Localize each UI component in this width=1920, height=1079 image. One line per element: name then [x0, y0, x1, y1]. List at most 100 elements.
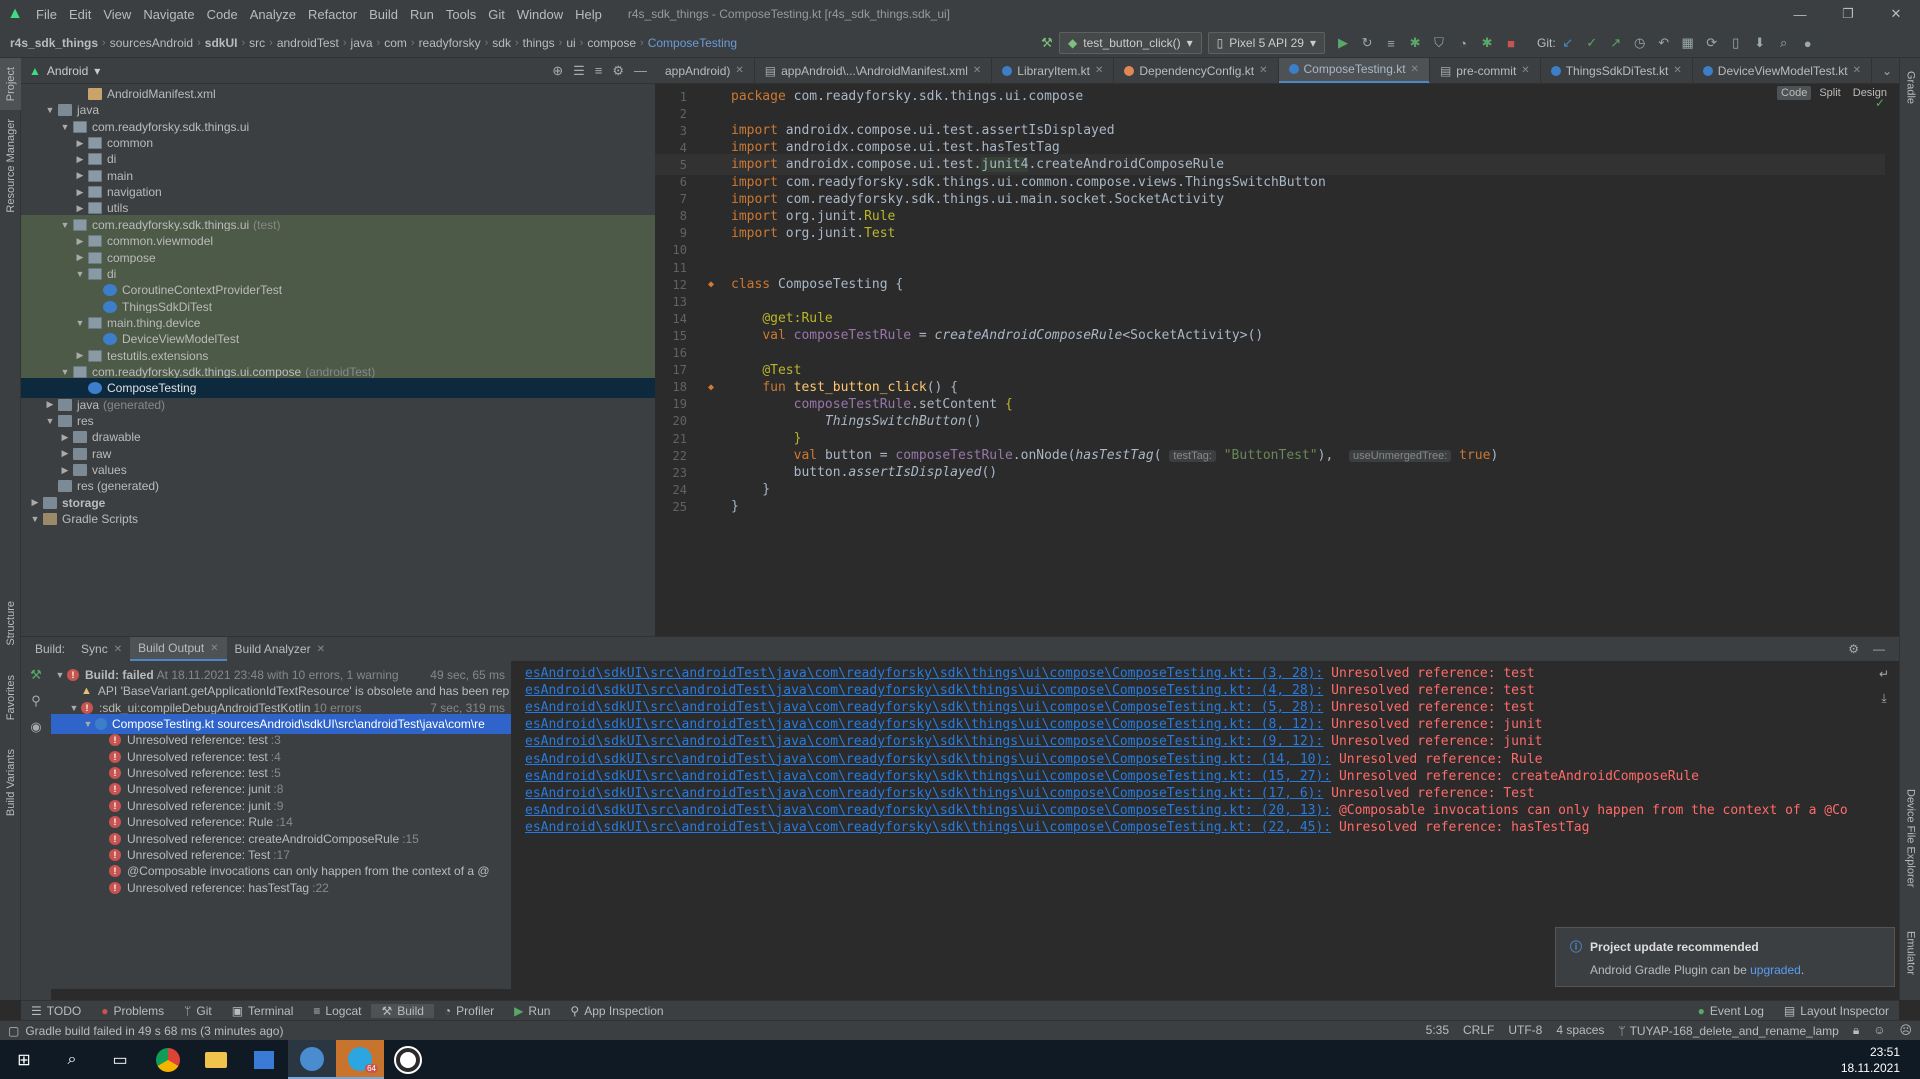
- telegram-icon[interactable]: 64: [336, 1040, 384, 1079]
- breadcrumb-item[interactable]: sdk: [488, 36, 515, 50]
- menu-edit[interactable]: Edit: [63, 7, 97, 22]
- breadcrumb-item[interactable]: r4s_sdk_things: [6, 36, 102, 50]
- menu-git[interactable]: Git: [482, 7, 511, 22]
- source-location-link[interactable]: esAndroid\sdkUI\src\androidTest\java\com…: [525, 820, 1331, 835]
- panel-toggle-icon[interactable]: ▢: [8, 1024, 19, 1038]
- rollback-icon[interactable]: ↶: [1653, 32, 1675, 54]
- editor-tab[interactable]: LibraryItem.kt ✕: [992, 58, 1115, 83]
- menu-code[interactable]: Code: [201, 7, 244, 22]
- chevron-down-icon[interactable]: ▼: [57, 367, 73, 377]
- chevron-right-icon[interactable]: ▶: [57, 432, 73, 443]
- search-icon[interactable]: ⌕: [48, 1040, 96, 1079]
- breadcrumb-item[interactable]: androidTest: [273, 36, 343, 50]
- breadcrumb-item[interactable]: ui: [562, 36, 579, 50]
- sdk-manager-icon[interactable]: ⬇: [1749, 32, 1771, 54]
- favorites-side-tab[interactable]: Favorites: [0, 663, 21, 733]
- resource-manager-side-tab[interactable]: Resource Manager: [0, 116, 21, 216]
- caret-position[interactable]: 5:35: [1426, 1023, 1449, 1038]
- profile-icon[interactable]: ◔: [1452, 32, 1474, 54]
- menu-window[interactable]: Window: [511, 7, 569, 22]
- line-separator[interactable]: CRLF: [1463, 1023, 1494, 1038]
- menu-run[interactable]: Run: [404, 7, 440, 22]
- store-icon[interactable]: [240, 1040, 288, 1079]
- source-location-link[interactable]: esAndroid\sdkUI\src\androidTest\java\com…: [525, 769, 1331, 784]
- run-test-gutter-icon[interactable]: ◆: [691, 382, 731, 393]
- chevron-down-icon[interactable]: ▼: [42, 416, 58, 426]
- face-icon[interactable]: ☹: [1899, 1023, 1912, 1038]
- close-tab-icon[interactable]: ✕: [1411, 64, 1419, 75]
- breadcrumb-item[interactable]: readyforsky: [415, 36, 485, 50]
- chevron-down-icon[interactable]: ▼: [57, 220, 73, 230]
- collapse-all-icon[interactable]: ≡: [595, 63, 603, 79]
- code-editor[interactable]: 1 package com.readyforsky.sdk.things.ui.c…: [655, 86, 1899, 636]
- windows-start-icon[interactable]: ⊞: [0, 1040, 48, 1079]
- hide-panel-icon[interactable]: —: [1873, 642, 1885, 656]
- emulator-side-tab[interactable]: Emulator: [1900, 918, 1920, 988]
- run-test-gutter-icon[interactable]: ◆: [691, 279, 731, 290]
- chevron-down-icon[interactable]: ▼: [42, 105, 58, 115]
- attach-debugger-icon[interactable]: ✱: [1476, 32, 1498, 54]
- restore-icon[interactable]: ❐: [1824, 0, 1872, 28]
- split-view-button[interactable]: Split: [1815, 86, 1844, 100]
- editor-tab[interactable]: ▤ pre-commit ✕: [1430, 58, 1541, 83]
- chevron-right-icon[interactable]: ▶: [72, 138, 88, 149]
- apply-code-changes-icon[interactable]: ≡: [1380, 32, 1402, 54]
- chevron-right-icon[interactable]: ▶: [27, 497, 43, 508]
- menu-build[interactable]: Build: [363, 7, 404, 22]
- bottom-tab-run[interactable]: ▶ Run: [504, 1004, 560, 1018]
- code-line[interactable]: 25}: [655, 496, 1885, 517]
- editor-tab[interactable]: ThingsSdkDiTest.kt ✕: [1541, 58, 1693, 83]
- chevron-right-icon[interactable]: ▶: [57, 448, 73, 459]
- editor-tab[interactable]: DependencyConfig.kt ✕: [1114, 58, 1279, 83]
- close-tab-icon[interactable]: ✕: [1853, 65, 1861, 76]
- locate-file-icon[interactable]: ⊕: [552, 63, 563, 79]
- source-location-link[interactable]: esAndroid\sdkUI\src\androidTest\java\com…: [525, 803, 1331, 818]
- apply-changes-icon[interactable]: ↻: [1356, 32, 1378, 54]
- tree-node[interactable]: ▼ Gradle Scripts: [21, 509, 655, 529]
- breadcrumb-item[interactable]: sdkUI: [201, 36, 242, 50]
- coverage-icon[interactable]: ⛉: [1428, 32, 1450, 54]
- rebuild-hammer-icon[interactable]: ⚒: [30, 667, 42, 683]
- eye-icon[interactable]: ◉: [30, 719, 41, 735]
- status-message[interactable]: ▢ Gradle build failed in 49 s 68 ms (3 m…: [0, 1024, 283, 1038]
- breadcrumb-item[interactable]: ComposeTesting: [644, 36, 741, 50]
- bottom-tab-build[interactable]: ⚒ Build: [371, 1003, 434, 1018]
- chevron-right-icon[interactable]: ▶: [72, 236, 88, 247]
- chevron-right-icon[interactable]: ▶: [72, 154, 88, 165]
- expand-all-icon[interactable]: ☰: [573, 63, 585, 79]
- close-tab-icon[interactable]: ✕: [114, 644, 122, 655]
- stop-icon[interactable]: ■: [1500, 32, 1522, 54]
- menu-tools[interactable]: Tools: [440, 7, 482, 22]
- menu-file[interactable]: File: [30, 7, 63, 22]
- bottom-tab-terminal[interactable]: ▣ Terminal: [222, 1004, 304, 1018]
- run-config-select[interactable]: ◆ test_button_click() ▾: [1059, 32, 1202, 54]
- breadcrumb-item[interactable]: com: [380, 36, 411, 50]
- chevron-right-icon[interactable]: ▶: [42, 399, 58, 410]
- smiley-icon[interactable]: ☺: [1873, 1023, 1885, 1038]
- chevron-right-icon[interactable]: ▶: [72, 252, 88, 263]
- editor-tab[interactable]: ComposeTesting.kt ✕: [1278, 58, 1430, 83]
- system-clock[interactable]: 23:51 18.11.2021: [1841, 1044, 1920, 1076]
- bottom-tab-git[interactable]: ᛘ Git: [174, 1004, 222, 1018]
- source-location-link[interactable]: esAndroid\sdkUI\src\androidTest\java\com…: [525, 666, 1323, 681]
- project-view-select[interactable]: ▲ Android ▾: [29, 64, 100, 78]
- lock-icon[interactable]: 🔒︎: [1853, 1023, 1859, 1038]
- device-select[interactable]: ▯ Pixel 5 API 29 ▾: [1207, 32, 1326, 54]
- source-location-link[interactable]: esAndroid\sdkUI\src\androidTest\java\com…: [525, 752, 1331, 767]
- editor-tab[interactable]: appAndroid) ✕: [655, 58, 755, 83]
- close-icon[interactable]: ✕: [1872, 0, 1920, 28]
- file-explorer-icon[interactable]: [192, 1040, 240, 1079]
- settings-gear-icon[interactable]: ⚙: [1848, 642, 1859, 656]
- close-tab-icon[interactable]: ✕: [1095, 65, 1103, 76]
- gradle-side-tab[interactable]: Gradle: [1900, 58, 1920, 118]
- chevron-right-icon[interactable]: ▶: [57, 465, 73, 476]
- design-view-button[interactable]: Design: [1849, 86, 1891, 100]
- debug-icon[interactable]: ✱: [1404, 32, 1426, 54]
- upgrade-link[interactable]: upgraded: [1750, 963, 1801, 977]
- source-location-link[interactable]: esAndroid\sdkUI\src\androidTest\java\com…: [525, 786, 1323, 801]
- bottom-tab-problems[interactable]: ● Problems: [91, 1004, 174, 1018]
- chevron-down-icon[interactable]: ▼: [72, 269, 88, 279]
- menu-help[interactable]: Help: [569, 7, 608, 22]
- chevron-down-icon[interactable]: ▼: [67, 703, 81, 713]
- breadcrumb-item[interactable]: src: [245, 36, 269, 50]
